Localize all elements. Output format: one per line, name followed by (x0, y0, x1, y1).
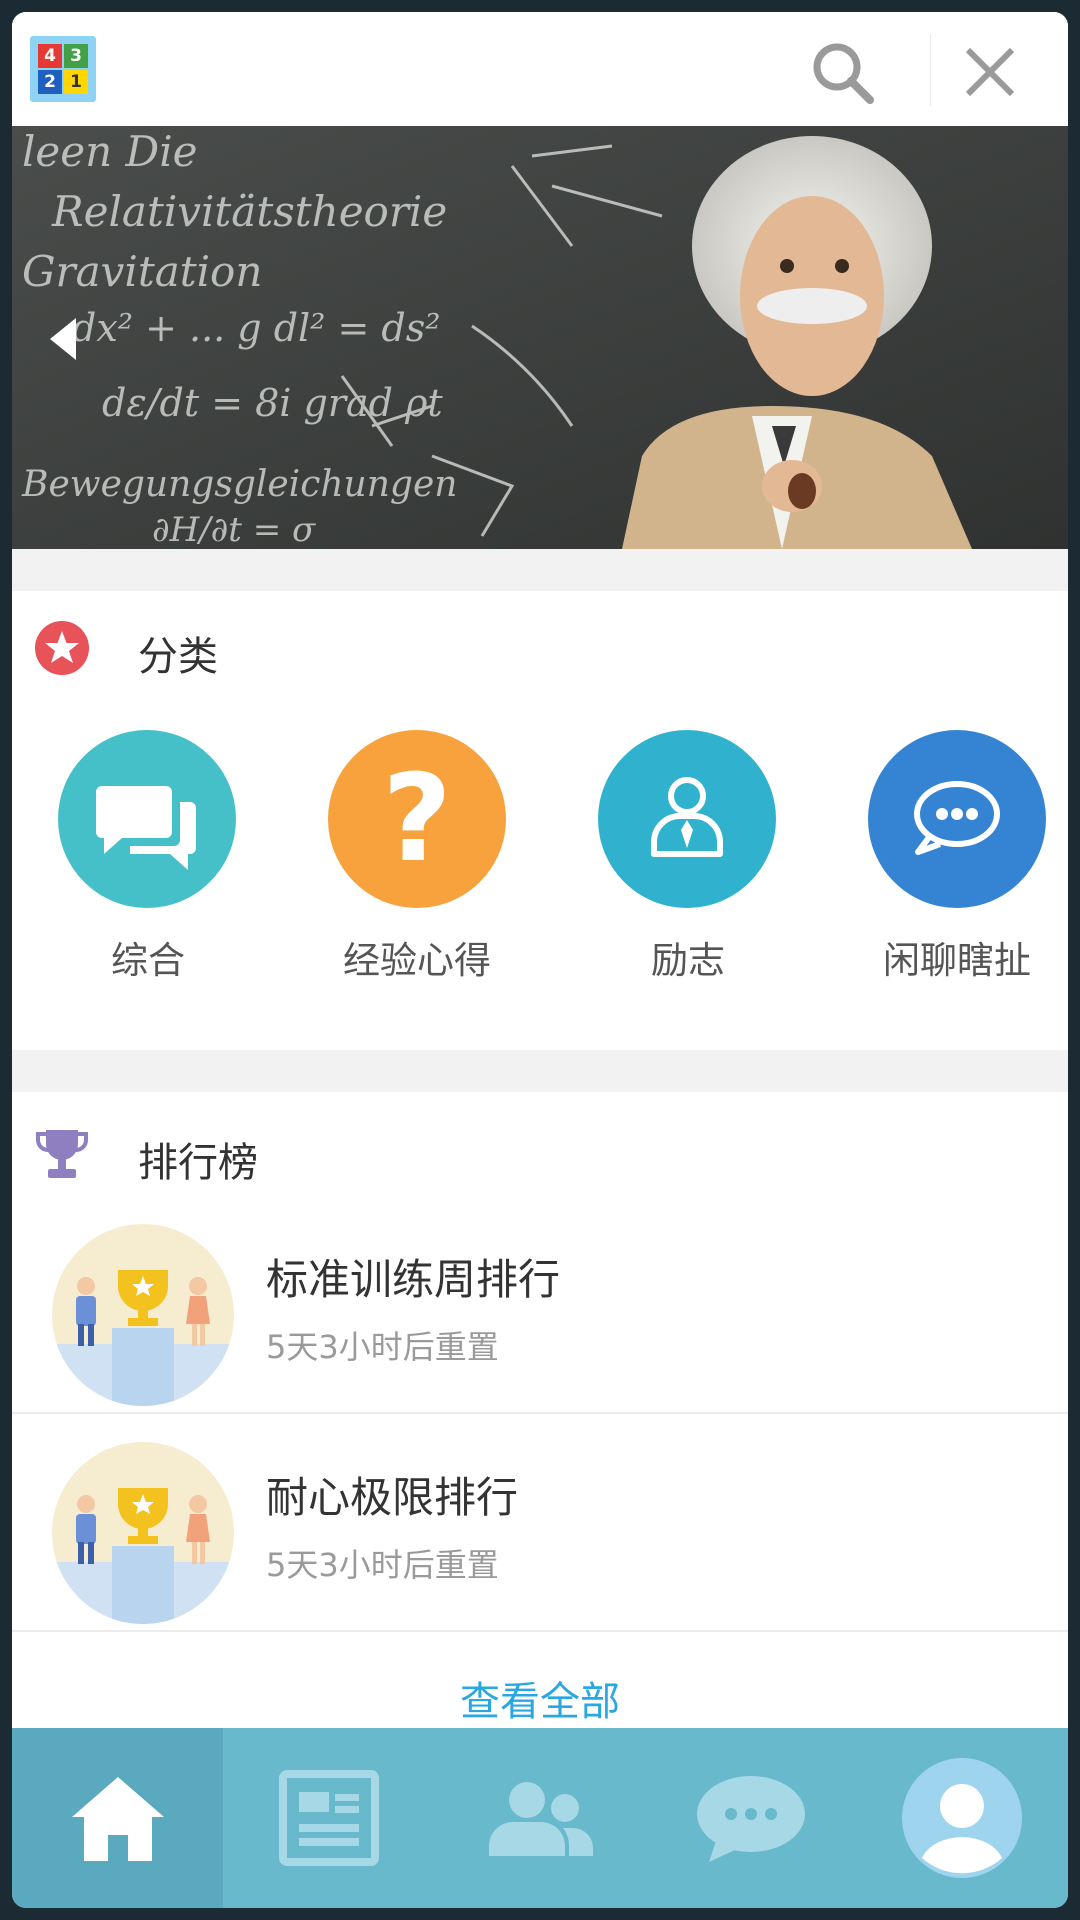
app-frame: 4 3 2 1 leen Die Relativitätstheorie Gra… (12, 12, 1068, 1908)
category-icon-circle (58, 730, 236, 908)
ranking-item-subtitle: 5天3小时后重置 (266, 1328, 499, 1366)
banner-image: leen Die Relativitätstheorie Gravitation… (12, 126, 1068, 549)
chalk-text: Gravitation (22, 247, 262, 296)
news-icon (278, 1770, 379, 1866)
category-general[interactable]: 综合 (12, 730, 252, 990)
svg-text:?: ? (382, 750, 452, 889)
app-logo[interactable]: 4 3 2 1 (30, 36, 96, 102)
category-icon-circle: ? (328, 730, 506, 908)
chat-bubbles-icon (96, 786, 196, 870)
nav-home[interactable] (12, 1728, 223, 1908)
logo-digit: 1 (64, 70, 88, 94)
chalk-text: Bewegungsgleichungen (21, 464, 457, 505)
podium-trophy-icon (52, 1442, 234, 1624)
logo-digit: 4 (38, 44, 62, 68)
category-label: 励志 (651, 939, 725, 982)
people-icon (488, 1782, 593, 1856)
home-icon (71, 1777, 164, 1861)
category-icon-circle (598, 730, 776, 908)
category-chat[interactable]: 闲聊瞎扯 (822, 730, 1062, 990)
header-divider (930, 34, 931, 106)
divider (12, 1412, 1068, 1414)
close-icon (965, 47, 1015, 97)
trophy-icon (36, 1130, 88, 1178)
logo-digit: 3 (64, 44, 88, 68)
chalk-text: Relativitätstheorie (51, 187, 447, 236)
messages-icon (696, 1776, 805, 1862)
star-icon (35, 621, 89, 675)
avatar-icon (901, 1758, 1022, 1878)
divider (12, 1630, 1068, 1632)
category-experience[interactable]: ? 经验心得 (282, 730, 522, 990)
ranking-header: 排行榜 (12, 1108, 1068, 1198)
category-icon-circle (868, 730, 1046, 908)
bottom-nav (12, 1728, 1068, 1908)
ranking-item-subtitle: 5天3小时后重置 (266, 1546, 499, 1584)
category-label: 闲聊瞎扯 (883, 939, 1031, 982)
ranking-item-title: 标准训练周排行 (266, 1255, 561, 1304)
ranking-thumbnail (52, 1224, 234, 1406)
nav-profile[interactable] (856, 1728, 1067, 1908)
ranking-item[interactable]: 耐心极限排行 5天3小时后重置 (12, 1416, 1068, 1634)
chalk-text: ∂H/∂t = σ (152, 510, 316, 549)
category-label: 综合 (111, 939, 185, 982)
question-icon: ? (382, 750, 452, 889)
ranking-title: 排行榜 (138, 1140, 258, 1186)
nav-news[interactable] (223, 1728, 434, 1908)
nav-people[interactable] (434, 1728, 645, 1908)
category-inspiration[interactable]: 励志 (552, 730, 792, 990)
chevron-left-icon[interactable] (46, 316, 86, 362)
banner-carousel[interactable]: leen Die Relativitätstheorie Gravitation… (12, 126, 1068, 549)
search-icon (813, 43, 874, 104)
podium-trophy-icon (52, 1224, 234, 1406)
speech-dots-icon (914, 781, 1000, 855)
ranking-thumbnail (52, 1442, 234, 1624)
logo-digit: 2 (38, 70, 62, 94)
person-tie-icon (651, 777, 723, 857)
search-button[interactable] (808, 38, 878, 108)
category-label: 经验心得 (343, 939, 491, 982)
top-bar: 4 3 2 1 (12, 12, 1068, 126)
chalk-text: leen Die (22, 127, 198, 176)
nav-messages[interactable] (645, 1728, 856, 1908)
ranking-item-title: 耐心极限排行 (266, 1473, 519, 1522)
chalk-text: dx² + ... g dl² = ds² (72, 306, 440, 350)
ranking-item[interactable]: 标准训练周排行 5天3小时后重置 (12, 1198, 1068, 1416)
close-button[interactable] (960, 42, 1020, 102)
section-gap (12, 1050, 1068, 1092)
categories-title: 分类 (138, 634, 218, 680)
section-gap (12, 549, 1068, 591)
categories-header: 分类 (12, 602, 1068, 692)
